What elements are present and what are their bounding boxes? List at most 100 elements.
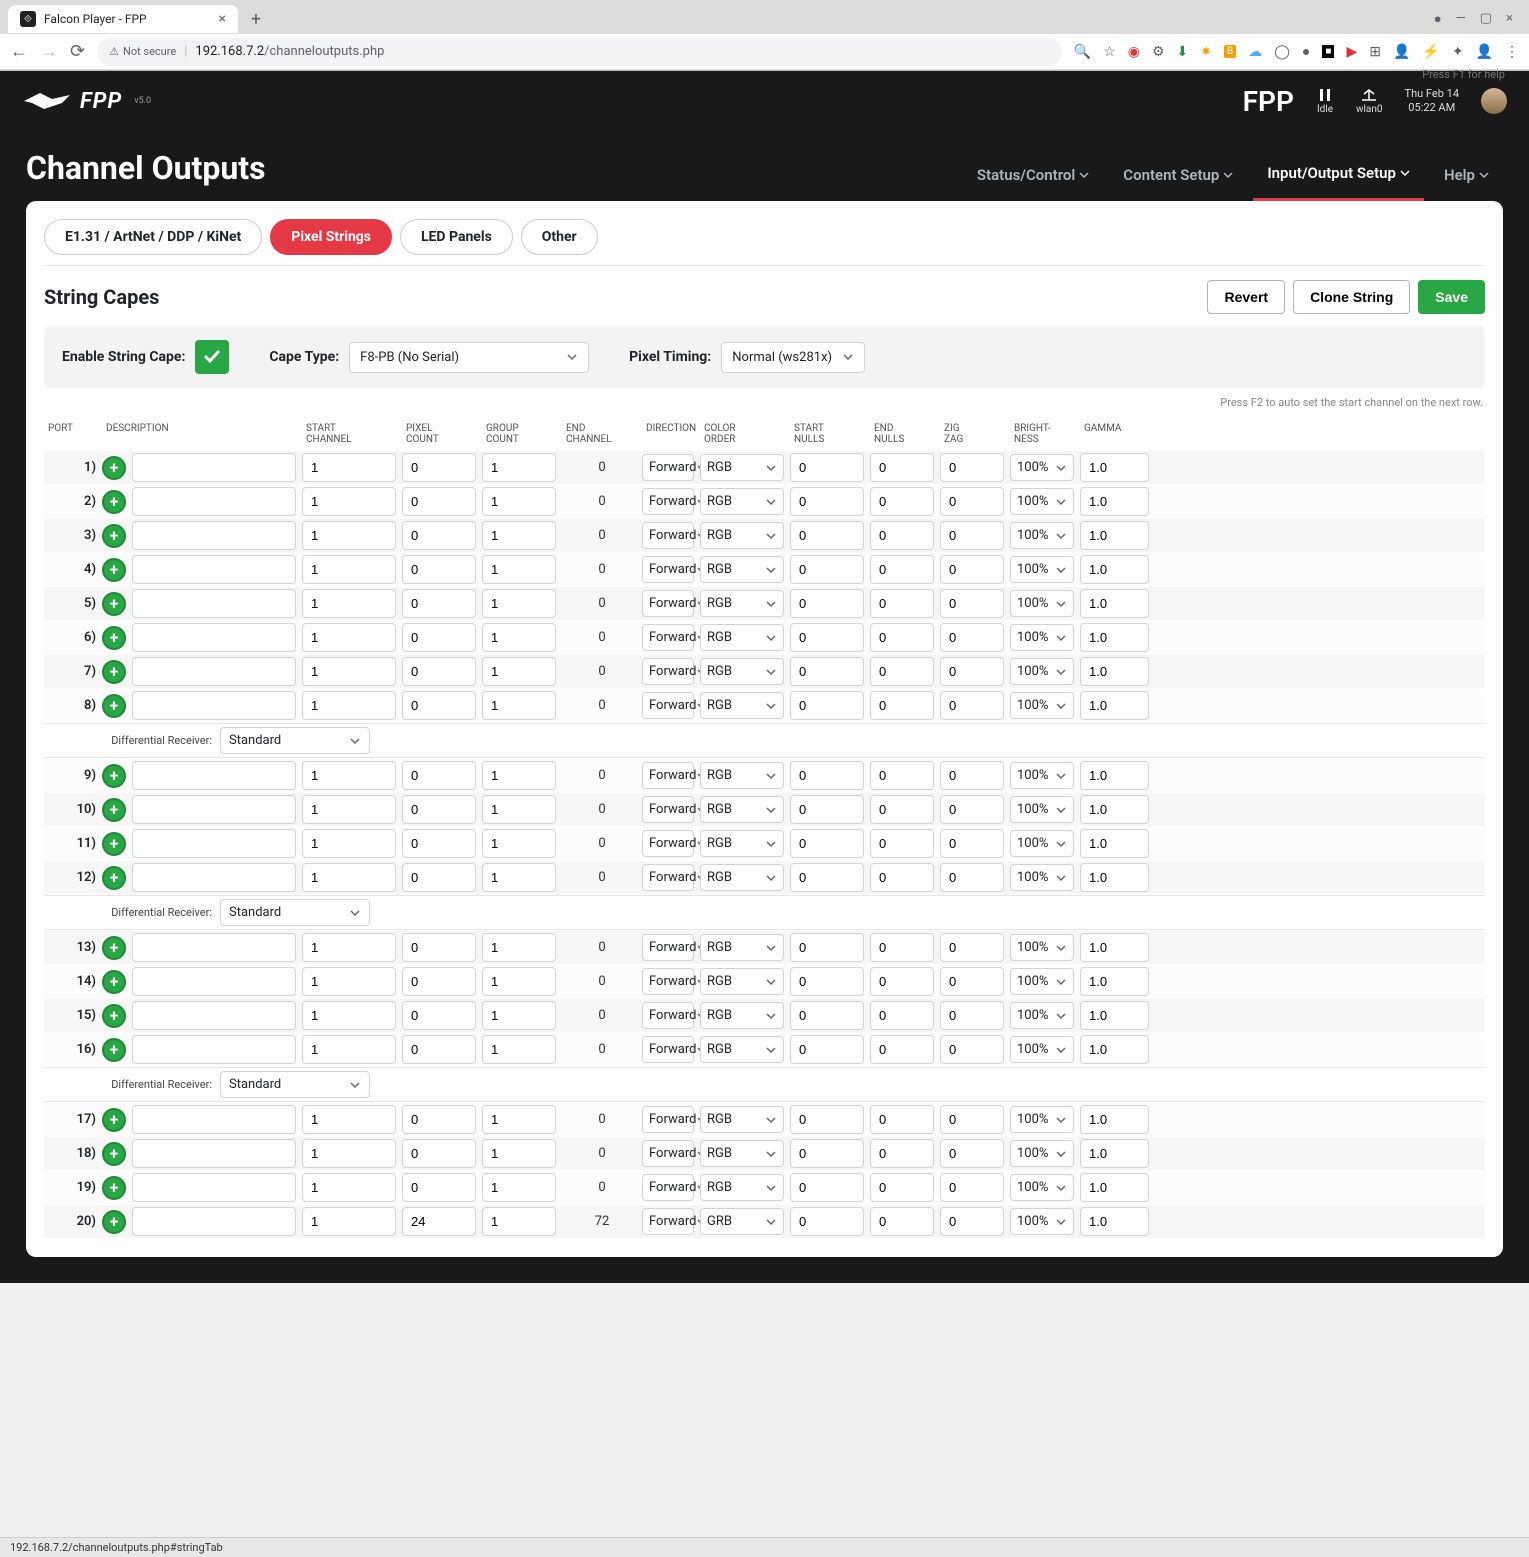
start-nulls-input[interactable] (790, 521, 864, 550)
gamma-input[interactable] (1080, 829, 1149, 858)
add-string-button[interactable]: + (102, 626, 126, 650)
start-channel-input[interactable] (302, 657, 396, 686)
add-string-button[interactable]: + (102, 1210, 126, 1234)
color-order-select[interactable]: RGB (700, 454, 784, 481)
zig-zag-input[interactable] (940, 555, 1004, 584)
pixel-count-input[interactable] (402, 933, 476, 962)
start-nulls-input[interactable] (790, 487, 864, 516)
nav-item-help[interactable]: Help (1430, 152, 1503, 201)
group-count-input[interactable] (482, 795, 556, 824)
group-count-input[interactable] (482, 1001, 556, 1030)
group-count-input[interactable] (482, 761, 556, 790)
start-channel-input[interactable] (302, 761, 396, 790)
ext6-icon[interactable]: ☁ (1248, 44, 1262, 60)
color-order-select[interactable]: RGB (700, 968, 784, 995)
nav-item-content-setup[interactable]: Content Setup (1109, 152, 1247, 201)
extensions-icon[interactable]: ✦ (1452, 44, 1464, 60)
end-nulls-input[interactable] (870, 1001, 934, 1030)
group-count-input[interactable] (482, 623, 556, 652)
zig-zag-input[interactable] (940, 1139, 1004, 1168)
diff-recv-select[interactable]: Standard (220, 899, 370, 926)
group-count-input[interactable] (482, 1035, 556, 1064)
ext10-icon[interactable]: ▶ (1346, 44, 1357, 60)
nav-forward-icon[interactable]: → (40, 41, 58, 62)
brightness-select[interactable]: 100% (1010, 658, 1074, 685)
zig-zag-input[interactable] (940, 589, 1004, 618)
color-order-select[interactable]: RGB (700, 692, 784, 719)
brightness-select[interactable]: 100% (1010, 1174, 1074, 1201)
description-input[interactable] (132, 691, 296, 720)
output-tab-pixel-strings[interactable]: Pixel Strings (270, 219, 392, 255)
gamma-input[interactable] (1080, 967, 1149, 996)
pixel-count-input[interactable] (402, 555, 476, 584)
add-string-button[interactable]: + (102, 798, 126, 822)
add-string-button[interactable]: + (102, 936, 126, 960)
diff-recv-select[interactable]: Standard (220, 1071, 370, 1098)
color-order-select[interactable]: RGB (700, 522, 784, 549)
zig-zag-input[interactable] (940, 623, 1004, 652)
url-bar[interactable]: ⚠ Not secure | 192.168.7.2/channeloutput… (97, 38, 1062, 66)
end-nulls-input[interactable] (870, 487, 934, 516)
start-channel-input[interactable] (302, 555, 396, 584)
ext9-icon[interactable]: ■ (1322, 45, 1334, 58)
gamma-input[interactable] (1080, 933, 1149, 962)
description-input[interactable] (132, 521, 296, 550)
zig-zag-input[interactable] (940, 1207, 1004, 1236)
end-nulls-input[interactable] (870, 453, 934, 482)
pixel-count-input[interactable] (402, 795, 476, 824)
zig-zag-input[interactable] (940, 1001, 1004, 1030)
add-string-button[interactable]: + (102, 1038, 126, 1062)
end-nulls-input[interactable] (870, 691, 934, 720)
gamma-input[interactable] (1080, 623, 1149, 652)
window-close-icon[interactable]: × (1506, 11, 1513, 27)
gamma-input[interactable] (1080, 453, 1149, 482)
color-order-select[interactable]: RGB (700, 1002, 784, 1029)
description-input[interactable] (132, 487, 296, 516)
brightness-select[interactable]: 100% (1010, 830, 1074, 857)
profile-avatar-icon[interactable]: 👤 (1476, 44, 1493, 60)
end-nulls-input[interactable] (870, 795, 934, 824)
direction-select[interactable]: Forward (642, 968, 694, 995)
color-order-select[interactable]: RGB (700, 1106, 784, 1133)
ext2-icon[interactable]: ⚙ (1152, 44, 1165, 60)
add-string-button[interactable]: + (102, 1176, 126, 1200)
direction-select[interactable]: Forward (642, 488, 694, 515)
end-nulls-input[interactable] (870, 1173, 934, 1202)
group-count-input[interactable] (482, 555, 556, 584)
start-nulls-input[interactable] (790, 623, 864, 652)
pixel-count-input[interactable] (402, 623, 476, 652)
brightness-select[interactable]: 100% (1010, 1002, 1074, 1029)
description-input[interactable] (132, 453, 296, 482)
user-avatar-icon[interactable] (1481, 88, 1507, 114)
add-string-button[interactable]: + (102, 660, 126, 684)
window-minimize-icon[interactable]: — (1456, 11, 1466, 27)
brightness-select[interactable]: 100% (1010, 864, 1074, 891)
add-string-button[interactable]: + (102, 592, 126, 616)
zig-zag-input[interactable] (940, 967, 1004, 996)
enable-cape-toggle[interactable] (195, 340, 229, 374)
zig-zag-input[interactable] (940, 761, 1004, 790)
zig-zag-input[interactable] (940, 487, 1004, 516)
direction-select[interactable]: Forward (642, 590, 694, 617)
description-input[interactable] (132, 1139, 296, 1168)
description-input[interactable] (132, 589, 296, 618)
diff-recv-select[interactable]: Standard (220, 727, 370, 754)
brightness-select[interactable]: 100% (1010, 1106, 1074, 1133)
status-wlan[interactable]: wlan0 (1356, 88, 1383, 115)
group-count-input[interactable] (482, 691, 556, 720)
gamma-input[interactable] (1080, 1139, 1149, 1168)
color-order-select[interactable]: RGB (700, 934, 784, 961)
zig-zag-input[interactable] (940, 795, 1004, 824)
description-input[interactable] (132, 863, 296, 892)
group-count-input[interactable] (482, 933, 556, 962)
add-string-button[interactable]: + (102, 694, 126, 718)
direction-select[interactable]: Forward (642, 692, 694, 719)
group-count-input[interactable] (482, 967, 556, 996)
color-order-select[interactable]: RGB (700, 658, 784, 685)
pixel-count-input[interactable] (402, 487, 476, 516)
direction-select[interactable]: Forward (642, 1106, 694, 1133)
bookmark-icon[interactable]: ☆ (1103, 44, 1116, 60)
brightness-select[interactable]: 100% (1010, 796, 1074, 823)
color-order-select[interactable]: RGB (700, 796, 784, 823)
pixel-count-input[interactable] (402, 761, 476, 790)
